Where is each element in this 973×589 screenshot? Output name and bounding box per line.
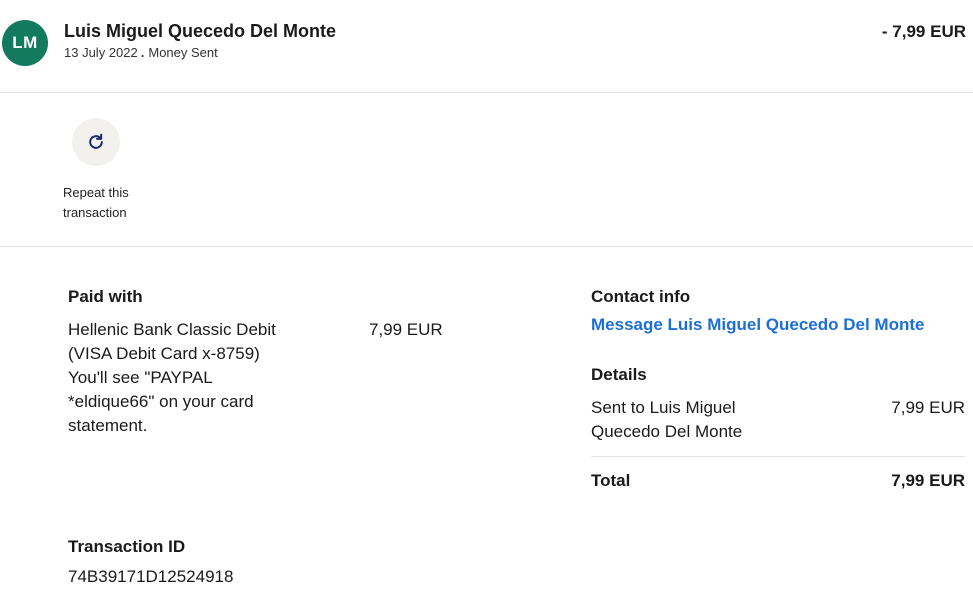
total-label: Total xyxy=(591,471,631,490)
meta-separator: . xyxy=(140,45,145,60)
transaction-id: 74B39171D12524918 xyxy=(68,567,234,586)
payment-method: Hellenic Bank Classic Debit (VISA Debit … xyxy=(68,320,276,435)
repeat-transaction-button[interactable] xyxy=(72,118,120,166)
transaction-id-title: Transaction ID xyxy=(68,537,186,556)
transaction-type: Money Sent xyxy=(148,45,218,60)
payment-amount: 7,99 EUR xyxy=(369,320,443,339)
transaction-amount: - 7,99 EUR xyxy=(881,22,966,41)
paid-with-title: Paid with xyxy=(68,287,143,306)
details-divider xyxy=(591,456,965,457)
transaction-meta: 13 July 2022. Money Sent xyxy=(64,45,218,60)
sent-to-label: Sent to Luis Miguel Quecedo Del Monte xyxy=(591,398,743,441)
avatar: LM xyxy=(2,20,48,66)
repeat-transaction-label[interactable]: Repeat this transaction xyxy=(63,183,153,223)
contact-info-title: Contact info xyxy=(591,287,691,306)
transaction-date: 13 July 2022 xyxy=(64,45,138,60)
details-title: Details xyxy=(591,365,647,384)
refresh-icon xyxy=(89,133,103,149)
actions-bar: Repeat this transaction xyxy=(0,93,973,247)
total-amount: 7,99 EUR xyxy=(891,471,965,490)
recipient-name: Luis Miguel Quecedo Del Monte xyxy=(64,21,337,41)
sent-amount: 7,99 EUR xyxy=(891,398,965,417)
transaction-header: LM Luis Miguel Quecedo Del Monte 13 July… xyxy=(0,0,973,93)
message-recipient-link[interactable]: Message Luis Miguel Quecedo Del Monte xyxy=(591,315,924,335)
